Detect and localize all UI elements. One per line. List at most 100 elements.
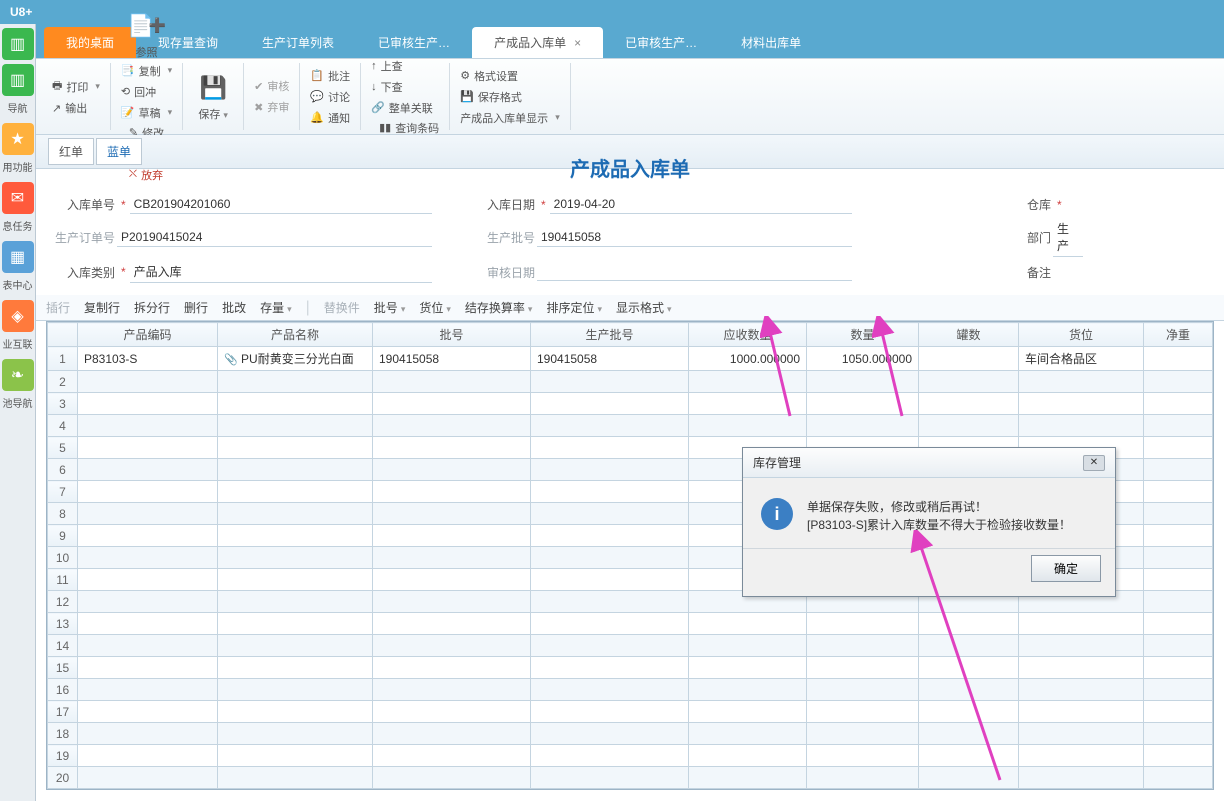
col-name[interactable]: 产品名称 [218,323,373,347]
table-row[interactable]: 18 [48,723,1213,745]
print-button[interactable]: 🖶 打印 [50,76,102,97]
display-button[interactable]: 产成品入库单显示 [458,109,562,127]
table-row[interactable]: 3 [48,393,1213,415]
discuss-button[interactable]: 💬 讨论 [308,88,352,106]
col-net[interactable]: 净重 [1144,323,1213,347]
nav-leaf-icon[interactable]: ❧ [2,359,34,391]
grid-header-row: 产品编码 产品名称 批号 生产批号 应收数量 数量 罐数 货位 净重 [48,323,1213,347]
replace-button[interactable]: 替换件 [324,299,360,316]
nav-label-nav2: 池导航 [0,395,35,410]
dialog-message: 单据保存失败，修改或稍后再试！ [P83103-S]累计入库数量不得大于检验接收… [807,498,1071,534]
dept-field[interactable]: 生产 [1053,218,1083,257]
table-row[interactable]: 19 [48,745,1213,767]
approve-button[interactable]: 📋 批注 [308,67,352,85]
type-label: 入库类别 [52,264,117,281]
notify-button[interactable]: 🔔 通知 [308,109,352,127]
table-row[interactable]: 16 [48,679,1213,701]
nav-label-task: 息任务 [0,218,35,233]
insert-row-button[interactable]: 插行 [46,299,70,316]
split-row-button[interactable]: 拆分行 [134,299,170,316]
output-button[interactable]: ↗ 输出 [50,99,102,117]
form-header: 入库单号* CB201904201060 入库日期* 2019-04-20 仓库… [36,169,1224,295]
draft-button[interactable]: 📝 草稿 [119,104,174,122]
table-row[interactable]: 1 P83103-S 📎 PU耐黄变三分光白面 190415058 190415… [48,347,1213,371]
dialog-ok-button[interactable]: 确定 [1031,555,1101,582]
lot-button[interactable]: 批号 [374,299,406,316]
audit-date-field[interactable] [537,263,852,281]
col-qty[interactable]: 数量 [807,323,919,347]
error-dialog: 库存管理 ✕ i 单据保存失败，修改或稍后再试！ [P83103-S]累计入库数… [742,447,1116,597]
save-icon: 💾 [197,72,229,104]
sort-button[interactable]: 排序定位 [546,299,602,316]
warehouse-label: 仓库 [988,196,1053,213]
col-can[interactable]: 罐数 [919,323,1019,347]
table-row[interactable]: 2 [48,371,1213,393]
display-format-button[interactable]: 显示格式 [616,299,672,316]
col-prodlot[interactable]: 生产批号 [531,323,689,347]
table-row[interactable]: 17 [48,701,1213,723]
col-shouldqty[interactable]: 应收数量 [689,323,807,347]
nav-apps-icon[interactable]: ◈ [2,300,34,332]
in-no-field[interactable]: CB201904201060 [130,195,432,214]
nav-label-biz: 业互联 [0,336,35,351]
col-code[interactable]: 产品编码 [78,323,218,347]
scan-barcode-button[interactable]: ▮▮ 查询条码 [377,119,441,137]
col-pos[interactable]: 货位 [1019,323,1144,347]
in-date-field[interactable]: 2019-04-20 [550,195,852,214]
type-field[interactable]: 产品入库 [130,261,432,283]
copy-row-button[interactable]: 复制行 [84,299,120,316]
round-button[interactable]: ⟲ 回冲 [119,83,174,101]
relate-button[interactable]: 🔗 整单关联 [369,99,441,117]
tab-audited-1[interactable]: 已审核生产… [356,27,472,58]
nav-label-guide: 导航 [0,100,35,115]
save-button[interactable]: 💾 保存 [191,72,235,122]
audit-button[interactable]: ✔ 审核 [252,77,291,95]
table-row[interactable]: 15 [48,657,1213,679]
order-field[interactable]: P20190415024 [117,228,432,247]
batch-modify-button[interactable]: 批改 [222,299,246,316]
table-row[interactable]: 14 [48,635,1213,657]
attachment-icon[interactable]: 📎 [224,354,238,366]
nav-label-fn: 用功能 [0,159,35,174]
red-bill-toggle[interactable]: 红单 [48,138,94,165]
ribbon-toolbar: 🖶 打印 ↗ 输出 📄➕ 参照 📑 复制 ⟲ 回冲 📝 草稿 ✎ 修改 📎 附件… [36,59,1224,135]
delete-row-button[interactable]: 删行 [184,299,208,316]
tab-order-list[interactable]: 生产订单列表 [240,27,356,58]
up-query-button[interactable]: ↑ 上查 [369,57,441,75]
close-icon[interactable]: × [574,36,581,50]
col-rownum[interactable] [48,323,78,347]
save-format-button[interactable]: 💾 保存格式 [458,88,562,106]
table-row[interactable]: 13 [48,613,1213,635]
order-label: 生产订单号 [52,229,117,246]
convert-button[interactable]: 结存换算率 [465,299,533,316]
table-row[interactable]: 20 [48,767,1213,789]
batch-field[interactable]: 190415058 [537,228,852,247]
nav-label-center: 表中心 [0,277,35,292]
blue-bill-toggle[interactable]: 蓝单 [96,138,142,165]
tab-audited-2[interactable]: 已审核生产… [603,27,719,58]
reference-button[interactable]: 📄➕ 参照 [119,10,174,60]
in-date-label: 入库日期 [472,196,537,213]
dept-label: 部门 [988,229,1053,246]
position-button[interactable]: 货位 [419,299,451,316]
memo-label: 备注 [988,264,1053,281]
stock-button[interactable]: 存量 [260,299,292,316]
dialog-titlebar[interactable]: 库存管理 ✕ [743,448,1115,478]
titlebar: U8+ [0,0,1224,24]
col-lot[interactable]: 批号 [373,323,531,347]
down-query-button[interactable]: ↓ 下查 [369,78,441,96]
tab-material-out[interactable]: 材料出库单 [719,27,823,58]
nav-report-icon[interactable]: ▦ [2,241,34,273]
tab-finished-in[interactable]: 产成品入库单× [472,27,603,58]
main-tabs: 我的桌面 现存量查询 生产订单列表 已审核生产… 产成品入库单× 已审核生产… … [0,24,1224,58]
batch-label: 生产批号 [472,229,537,246]
table-row[interactable]: 4 [48,415,1213,437]
nav-icon-1[interactable]: ▥ [2,28,34,60]
nav-star-icon[interactable]: ★ [2,123,34,155]
nav-icon-2[interactable]: ▥ [2,64,34,96]
copy-button[interactable]: 📑 复制 [119,62,174,80]
format-button[interactable]: ⚙ 格式设置 [458,67,562,85]
nav-mail-icon[interactable]: ✉ [2,182,34,214]
dialog-close-button[interactable]: ✕ [1083,455,1105,471]
unaudit-button[interactable]: ✖ 弃审 [252,98,291,116]
